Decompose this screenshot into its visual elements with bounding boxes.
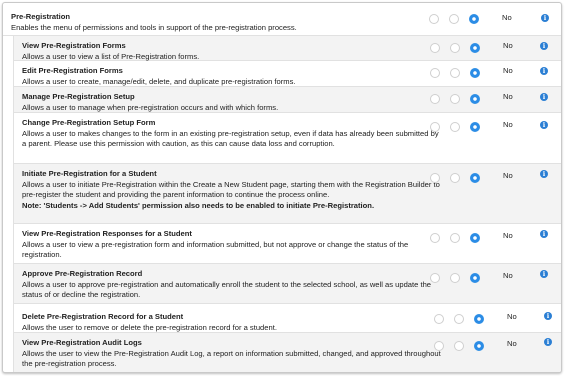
radio-option-2[interactable] <box>450 68 460 78</box>
permission-title: Edit Pre-Registration Forms <box>22 66 123 75</box>
permission-text: Initiate Pre-Registration for a Student … <box>22 169 442 211</box>
permission-description: Allows a user to view a pre-registration… <box>22 239 409 260</box>
permissions-panel: Pre-Registration Enables the menu of per… <box>2 2 562 373</box>
permission-value: No <box>507 339 517 348</box>
radio-option-3[interactable] <box>469 14 479 24</box>
radio-option-2[interactable] <box>450 173 460 183</box>
radio-option-3[interactable] <box>474 341 484 351</box>
radio-option-3[interactable] <box>470 43 480 53</box>
permission-text: Approve Pre-Registration Record Allows a… <box>22 269 442 301</box>
info-icon[interactable]: i <box>544 338 552 346</box>
permission-text: Delete Pre-Registration Record for a Stu… <box>22 312 442 333</box>
radio-option-3[interactable] <box>470 68 480 78</box>
radio-option-3[interactable] <box>470 233 480 243</box>
permission-description: Allows a user to initiate Pre-Registrati… <box>22 179 440 200</box>
permission-row-delete-record: Delete Pre-Registration Record for a Stu… <box>13 304 561 333</box>
permission-value: No <box>503 171 513 180</box>
radio-option-1[interactable] <box>430 122 440 132</box>
permission-title: View Pre-Registration Responses for a St… <box>22 229 192 238</box>
permission-value: No <box>503 92 513 101</box>
permission-value: No <box>503 120 513 129</box>
info-icon[interactable]: i <box>541 14 549 22</box>
info-icon[interactable]: i <box>540 121 548 129</box>
permission-row-manage-setup: Manage Pre-Registration Setup Allows a u… <box>13 87 561 113</box>
radio-option-1[interactable] <box>434 314 444 324</box>
info-icon[interactable]: i <box>544 312 552 320</box>
radio-option-1[interactable] <box>430 233 440 243</box>
permission-description: Allows a user to makes changes to the fo… <box>22 128 439 149</box>
permission-row-audit-logs: View Pre-Registration Audit Logs Allows … <box>13 333 561 372</box>
permission-title: Change Pre-Registration Setup Form <box>22 118 156 127</box>
radio-option-2[interactable] <box>450 122 460 132</box>
permission-text: View Pre-Registration Forms Allows a use… <box>22 41 442 62</box>
permission-row-pre-registration: Pre-Registration Enables the menu of per… <box>3 3 561 36</box>
permission-description: Allows a user to create, manage/edit, de… <box>22 76 296 86</box>
radio-option-2[interactable] <box>450 94 460 104</box>
permission-description: Enables the menu of permissions and tool… <box>11 22 297 32</box>
permission-text: Pre-Registration Enables the menu of per… <box>11 12 431 33</box>
permission-value: No <box>503 231 513 240</box>
radio-option-2[interactable] <box>450 273 460 283</box>
permission-text: View Pre-Registration Responses for a St… <box>22 229 442 261</box>
permission-row-view-forms: View Pre-Registration Forms Allows a use… <box>13 36 561 61</box>
permission-row-approve-record: Approve Pre-Registration Record Allows a… <box>13 264 561 304</box>
permission-text: View Pre-Registration Audit Logs Allows … <box>22 338 442 370</box>
permission-value: No <box>502 13 512 22</box>
permission-title: Delete Pre-Registration Record for a Stu… <box>22 312 184 321</box>
radio-option-2[interactable] <box>450 233 460 243</box>
radio-option-1[interactable] <box>429 14 439 24</box>
permission-row-initiate-student: Initiate Pre-Registration for a Student … <box>13 164 561 224</box>
permission-note: Note: 'Students -> Add Students' permiss… <box>22 200 375 210</box>
permission-value: No <box>507 312 517 321</box>
radio-option-2[interactable] <box>450 43 460 53</box>
info-icon[interactable]: i <box>540 67 548 75</box>
permission-value: No <box>503 66 513 75</box>
info-icon[interactable]: i <box>540 170 548 178</box>
permission-description: Allows a user to approve pre-registratio… <box>22 279 432 300</box>
radio-option-3[interactable] <box>470 173 480 183</box>
permission-description: Allows a user to manage when pre-registr… <box>22 102 279 112</box>
permission-description: Allows the user to remove or delete the … <box>22 322 277 332</box>
permission-title: Manage Pre-Registration Setup <box>22 92 135 101</box>
radio-option-3[interactable] <box>470 273 480 283</box>
permission-row-view-responses: View Pre-Registration Responses for a St… <box>13 224 561 264</box>
radio-option-1[interactable] <box>430 273 440 283</box>
radio-option-2[interactable] <box>449 14 459 24</box>
permission-text: Manage Pre-Registration Setup Allows a u… <box>22 92 442 113</box>
permission-text: Edit Pre-Registration Forms Allows a use… <box>22 66 442 87</box>
permission-title: View Pre-Registration Audit Logs <box>22 338 142 347</box>
radio-option-3[interactable] <box>470 94 480 104</box>
info-icon[interactable]: i <box>540 42 548 50</box>
permission-row-edit-forms: Edit Pre-Registration Forms Allows a use… <box>13 61 561 87</box>
permission-description: Allows the user to view the Pre-Registra… <box>22 348 441 369</box>
permission-title: Initiate Pre-Registration for a Student <box>22 169 157 178</box>
radio-option-2[interactable] <box>454 314 464 324</box>
radio-option-3[interactable] <box>474 314 484 324</box>
info-icon[interactable]: i <box>540 270 548 278</box>
info-icon[interactable]: i <box>540 230 548 238</box>
permission-row-change-setup-form: Change Pre-Registration Setup Form Allow… <box>13 113 561 164</box>
permission-text: Change Pre-Registration Setup Form Allow… <box>22 118 442 150</box>
radio-option-1[interactable] <box>430 43 440 53</box>
radio-option-3[interactable] <box>470 122 480 132</box>
permission-value: No <box>503 271 513 280</box>
info-icon[interactable]: i <box>540 93 548 101</box>
radio-option-1[interactable] <box>430 173 440 183</box>
radio-option-1[interactable] <box>430 68 440 78</box>
permission-value: No <box>503 41 513 50</box>
radio-option-1[interactable] <box>434 341 444 351</box>
permission-title: Approve Pre-Registration Record <box>22 269 143 278</box>
radio-option-2[interactable] <box>454 341 464 351</box>
permission-title: View Pre-Registration Forms <box>22 41 126 50</box>
radio-option-1[interactable] <box>430 94 440 104</box>
permission-title: Pre-Registration <box>11 12 71 21</box>
